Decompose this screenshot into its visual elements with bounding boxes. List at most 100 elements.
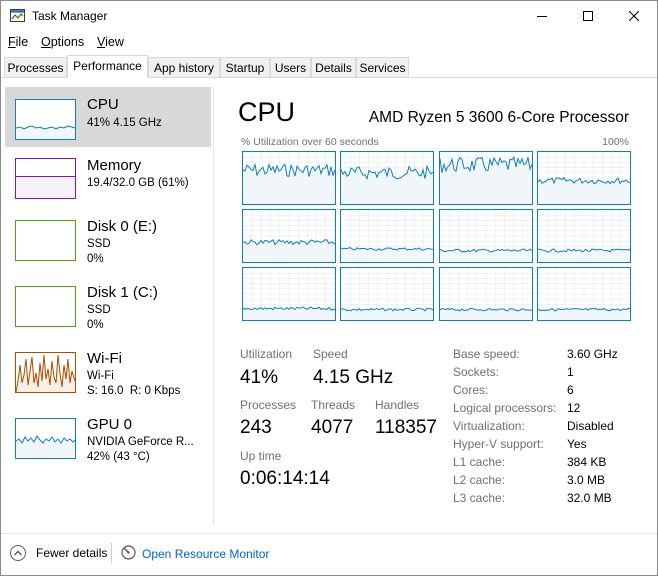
spec-label-virtualization: Virtualization: [453, 419, 525, 433]
spec-value-l2-cache: 3.0 MB [567, 473, 606, 487]
uptime-value: 0:06:14:14 [240, 468, 330, 489]
gpu-usage: 42% (43 °C) [87, 451, 150, 463]
logical-processor-graph [439, 151, 533, 205]
cpu-model-name: AMD Ryzen 5 3600 6-Core Processor [368, 109, 629, 126]
resource-monitor-icon [121, 545, 136, 563]
graph-caption: % Utilization over 60 seconds [241, 136, 379, 148]
logical-processor-graph [242, 151, 336, 205]
resource-item-disk1[interactable]: Disk 1 (C:) SSD 0% [5, 281, 211, 341]
tab-app-history[interactable]: App history [148, 57, 220, 77]
maximize-button[interactable] [565, 1, 611, 31]
disk1-usage: 0% [87, 319, 104, 331]
wifi-name: Wi-Fi [87, 350, 122, 367]
tab-performance[interactable]: Performance [67, 55, 148, 78]
spec-label-l2-cache: L2 cache: [453, 473, 506, 487]
open-resource-monitor-label: Open Resource Monitor [142, 547, 270, 561]
spec-label-l1-cache: L1 cache: [453, 455, 506, 469]
spec-value-l1-cache: 384 KB [567, 455, 607, 469]
maximize-icon [583, 11, 593, 21]
panel-divider [213, 87, 214, 525]
disk0-usage: 0% [87, 253, 104, 265]
logical-processor-graph [340, 151, 434, 205]
logical-processor-graph [537, 267, 631, 321]
task-manager-window: Task Manager File Options View Processes… [0, 0, 658, 576]
resource-item-memory[interactable]: Memory 19.4/32.0 GB (61%) [5, 153, 211, 213]
resource-item-wifi[interactable]: Wi-Fi Wi-Fi S: 16.0 R: 0 Kbps [5, 347, 211, 407]
memory-detail: 19.4/32.0 GB (61%) [87, 177, 189, 189]
cpu-thumbnail-graph [15, 99, 76, 140]
resource-item-gpu[interactable]: GPU 0 NVIDIA GeForce R... 42% (43 °C) [5, 413, 211, 473]
processes-value: 243 [240, 417, 272, 438]
close-button[interactable] [611, 1, 657, 31]
memory-name: Memory [87, 157, 142, 174]
resource-list: CPU 41% 4.15 GHz Memory 19.4/32.0 GB (61… [5, 87, 211, 527]
logical-processor-graph [340, 267, 434, 321]
logical-processor-graph [537, 151, 631, 205]
logical-processor-graph [340, 209, 434, 263]
threads-value: 4077 [311, 417, 354, 438]
close-icon [629, 11, 639, 21]
spec-value-l3-cache: 32.0 MB [567, 491, 612, 505]
memory-thumbnail-graph [15, 158, 76, 199]
gpu-model: NVIDIA GeForce R... [87, 436, 194, 448]
spec-label-hyperv: Hyper-V support: [453, 437, 544, 451]
fewer-details-button[interactable]: Fewer details [10, 545, 107, 561]
fewer-details-label: Fewer details [36, 546, 108, 560]
spec-label-sockets: Sockets: [453, 365, 500, 379]
logical-processor-graph [537, 209, 631, 263]
wifi-thumbnail-graph [15, 352, 76, 393]
page-title: CPU [238, 97, 296, 127]
tab-startup[interactable]: Startup [220, 57, 270, 77]
disk0-type: SSD [87, 238, 111, 250]
wifi-adapter: Wi-Fi [87, 370, 114, 382]
spec-label-cores: Cores: [453, 383, 489, 397]
spec-value-sockets: 1 [567, 365, 574, 379]
utilization-value: 41% [240, 367, 279, 388]
spec-label-logical-processors: Logical processors: [453, 401, 557, 415]
spec-value-logical-processors: 12 [567, 401, 581, 415]
menu-options[interactable]: Options [41, 35, 84, 49]
cpu-name: CPU [87, 96, 119, 113]
gpu-thumbnail-graph [15, 418, 76, 459]
open-resource-monitor-link[interactable]: Open Resource Monitor [121, 545, 269, 563]
spec-value-base-speed: 3.60 GHz [567, 347, 618, 361]
footer-separator [111, 543, 112, 563]
wifi-throughput: S: 16.0 R: 0 Kbps [87, 385, 181, 397]
speed-label: Speed [313, 347, 348, 361]
menu-view[interactable]: View [97, 35, 124, 49]
logical-processor-graph [439, 267, 533, 321]
cpu-detail: 41% 4.15 GHz [87, 117, 162, 129]
logical-processor-graph [242, 209, 336, 263]
graph-max-label: 100% [602, 136, 629, 148]
window-title: Task Manager [32, 9, 108, 23]
task-manager-app-icon [10, 9, 25, 22]
minimize-icon [537, 16, 547, 17]
logical-processor-graph [242, 267, 336, 321]
spec-label-base-speed: Base speed: [453, 347, 520, 361]
gpu-name: GPU 0 [87, 416, 133, 433]
resource-item-cpu[interactable]: CPU 41% 4.15 GHz [5, 87, 211, 147]
threads-label: Threads [311, 398, 356, 412]
tab-bar: Processes Performance App history Startu… [1, 55, 657, 78]
spec-label-l3-cache: L3 cache: [453, 491, 506, 505]
menu-file[interactable]: File [8, 35, 28, 49]
tab-processes[interactable]: Processes [4, 57, 67, 77]
disk1-thumbnail-graph [15, 286, 76, 327]
processes-label: Processes [240, 398, 297, 412]
tab-details[interactable]: Details [311, 57, 356, 77]
minimize-button[interactable] [519, 1, 565, 31]
tab-users[interactable]: Users [270, 57, 311, 77]
chevron-up-icon [10, 545, 26, 561]
spec-value-cores: 6 [567, 383, 574, 397]
handles-label: Handles [375, 398, 420, 412]
tab-services[interactable]: Services [356, 57, 409, 77]
logical-processor-graph [439, 209, 533, 263]
resource-item-disk0[interactable]: Disk 0 (E:) SSD 0% [5, 215, 211, 275]
speed-value: 4.15 GHz [313, 367, 394, 388]
disk0-thumbnail-graph [15, 220, 76, 261]
menu-bar: File Options View [1, 32, 657, 52]
handles-value: 118357 [375, 417, 437, 438]
spec-value-virtualization: Disabled [567, 419, 614, 433]
disk1-type: SSD [87, 304, 111, 316]
title-bar[interactable]: Task Manager [1, 1, 657, 31]
